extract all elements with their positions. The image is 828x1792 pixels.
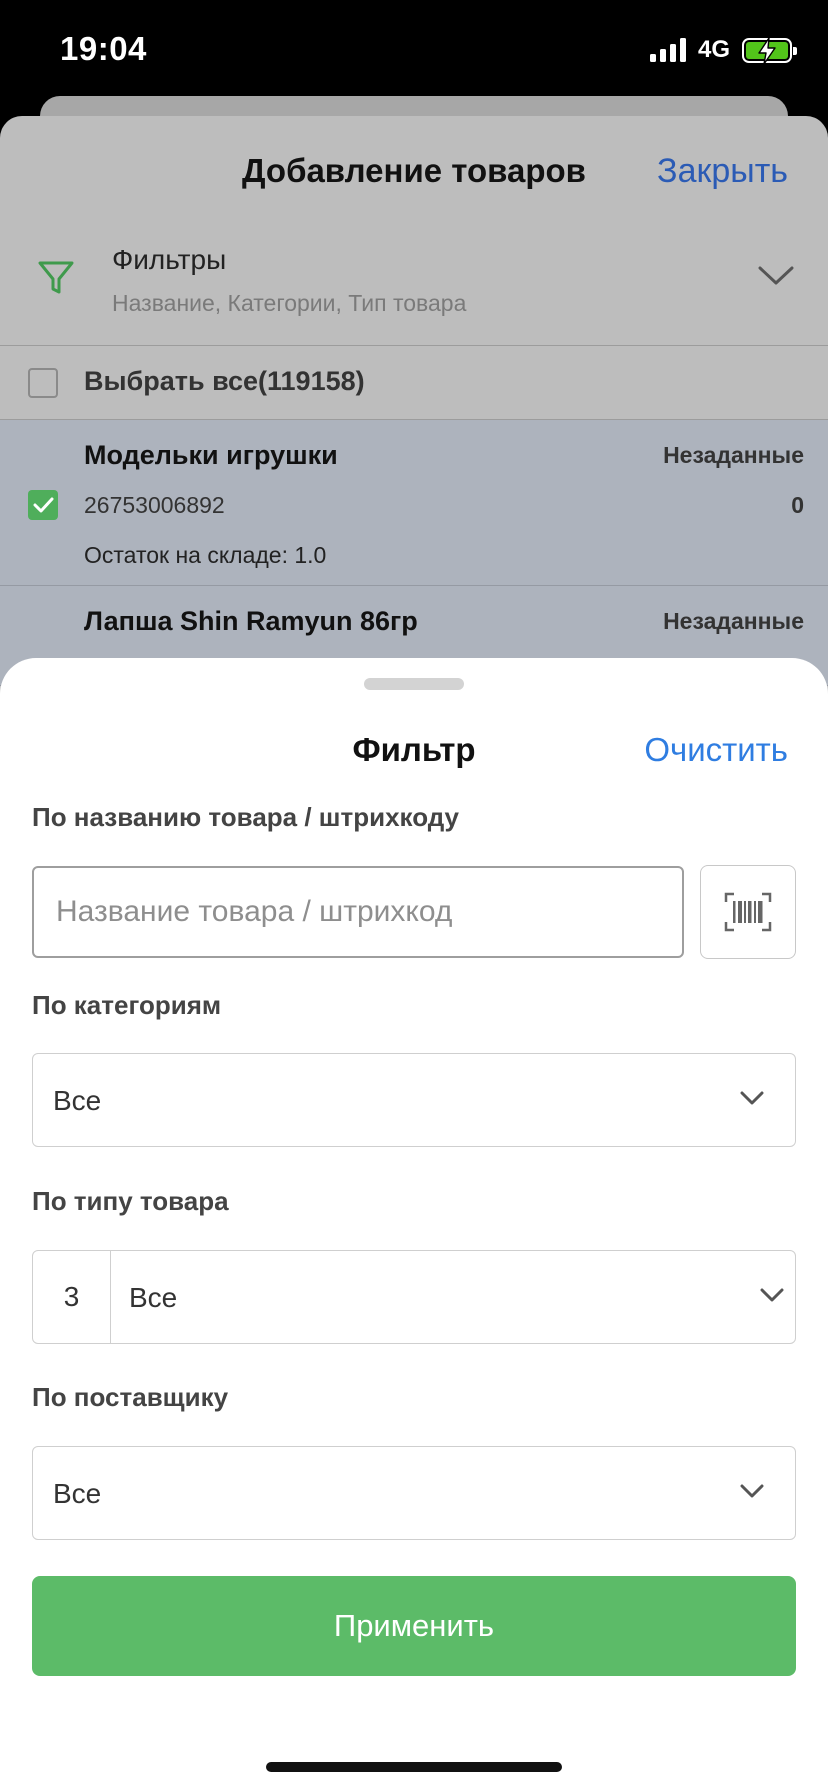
filter-icon	[38, 261, 74, 294]
category-select[interactable]: Все	[32, 1053, 796, 1147]
product-status: Незаданные	[663, 442, 804, 468]
type-select-value: Все	[129, 1282, 178, 1313]
chevron-down-icon[interactable]	[756, 264, 796, 288]
product-status: Незаданные	[663, 608, 804, 634]
checkmark-icon	[33, 497, 54, 513]
filters-row[interactable]: Фильтры Название, Категории, Тип товара	[0, 228, 828, 346]
filters-title: Фильтры	[112, 244, 227, 275]
product-name: Лапша Shin Ramyun 86гр	[84, 606, 418, 636]
supplier-select[interactable]: Все	[32, 1446, 796, 1540]
product-name: Модельки игрушки	[84, 440, 338, 470]
type-count: 3	[33, 1251, 111, 1343]
category-filter-label: По категориям	[32, 990, 222, 1020]
select-all-row[interactable]: Выбрать все(119158)	[0, 346, 828, 420]
status-time: 19:04	[60, 30, 147, 67]
product-qty: 0	[791, 492, 804, 518]
product-stock: Остаток на складе: 1.0	[84, 542, 327, 568]
status-indicators: 4G	[649, 36, 797, 65]
apply-button[interactable]: Применить	[32, 1576, 796, 1676]
chevron-down-icon	[760, 1288, 784, 1302]
chevron-down-icon	[740, 1484, 764, 1498]
product-row[interactable]: Модельки игрушки Незаданные 26753006892 …	[0, 420, 828, 586]
clear-button[interactable]: Очистить	[644, 731, 788, 769]
product-checkbox[interactable]	[28, 490, 58, 520]
type-select[interactable]: 3 Все	[32, 1250, 796, 1344]
select-all-checkbox[interactable]	[28, 368, 58, 398]
name-filter-label: По названию товара / штрихкоду	[32, 802, 460, 832]
filters-subtitle: Название, Категории, Тип товара	[112, 290, 467, 316]
category-select-value: Все	[53, 1085, 102, 1116]
type-filter-label: По типу товара	[32, 1186, 229, 1216]
supplier-filter-label: По поставщику	[32, 1382, 229, 1412]
supplier-select-value: Все	[53, 1478, 102, 1509]
barcode-scan-button[interactable]	[700, 865, 796, 959]
add-products-header: Добавление товаров Закрыть	[0, 116, 828, 228]
barcode-scan-icon	[724, 892, 772, 932]
product-code: 26753006892	[84, 492, 225, 518]
sheet-grabber[interactable]	[364, 678, 464, 690]
status-bar: 19:04 4G	[0, 0, 828, 100]
network-type: 4G	[697, 36, 730, 63]
home-indicator[interactable]	[266, 1762, 562, 1772]
signal-icon	[649, 38, 686, 62]
select-all-label: Выбрать все(119158)	[84, 366, 365, 396]
close-button[interactable]: Закрыть	[657, 152, 788, 191]
filter-sheet: Фильтр Очистить По названию товара / штр…	[0, 658, 828, 1792]
search-input[interactable]	[32, 866, 684, 958]
chevron-down-icon	[740, 1091, 764, 1105]
battery-charging-icon	[742, 36, 797, 65]
